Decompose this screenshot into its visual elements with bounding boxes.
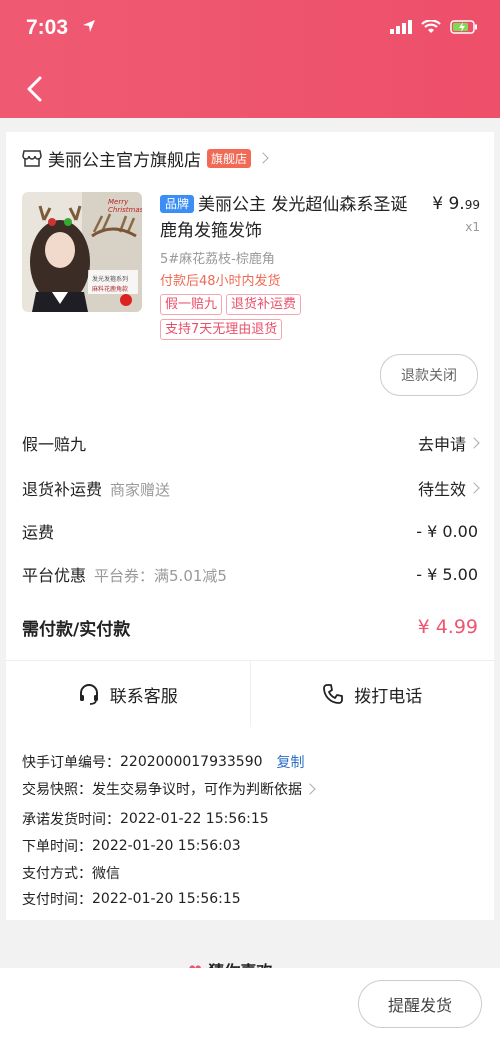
- call-phone-label: 拨打电话: [354, 686, 423, 707]
- product-price: ¥ 9.99: [432, 194, 480, 214]
- header: 7:03: [0, 0, 500, 118]
- row-value: 去申请: [418, 431, 480, 455]
- product-sku: 5#麻花荔枝-棕鹿角: [160, 252, 275, 267]
- total-value: ¥ 4.99: [417, 616, 478, 638]
- row-return-shipping[interactable]: 退货补运费 商家赠送 待生效: [22, 473, 480, 503]
- thumb-caption-2: 发光发箍系列: [92, 276, 129, 283]
- row-sub: 平台券：满5.01减5: [94, 567, 227, 585]
- info-value: 微信: [92, 866, 120, 882]
- row-shipping-fee: 运费 - ¥ 0.00: [22, 516, 478, 546]
- order-number-row: 快手订单编号： 2202000017933590 复制: [22, 752, 305, 772]
- row-label-text: 平台优惠: [22, 566, 87, 585]
- pay-method-row: 支付方式： 微信: [22, 863, 120, 883]
- info-value: 发生交易争议时，可作为判断依据: [92, 782, 302, 798]
- row-label: 假一赔九: [22, 435, 87, 454]
- shop-header[interactable]: 美丽公主官方旗舰店 旗舰店: [22, 146, 269, 171]
- info-label: 交易快照：: [22, 782, 92, 798]
- service-tag: 假一赔九: [160, 294, 223, 315]
- info-label: 快手订单编号：: [22, 755, 120, 771]
- info-value: 2022-01-20 15:56:15: [92, 891, 241, 907]
- price-cents: 99: [464, 198, 480, 212]
- thumb-caption-1: Merry Christmas: [108, 198, 142, 214]
- row-platform-discount: 平台优惠 平台券：满5.01减5 - ¥ 5.00: [22, 559, 478, 589]
- status-icons: [390, 20, 478, 34]
- row-value: - ¥ 5.00: [416, 564, 478, 584]
- snapshot-row[interactable]: 交易快照： 发生交易争议时，可作为判断依据: [22, 779, 316, 799]
- product-title-text: 美丽公主 发光超仙森系圣诞鹿角发箍发饰: [160, 195, 408, 241]
- row-total: 需付款/实付款 ¥ 4.99: [22, 612, 478, 642]
- shop-name[interactable]: 美丽公主官方旗舰店: [48, 146, 201, 171]
- status-text: 待生效: [417, 480, 466, 499]
- order-number: 2202000017933590: [120, 754, 263, 770]
- contact-bar: 联系客服 拨打电话: [6, 660, 494, 727]
- refund-closed-button[interactable]: 退款关闭: [380, 354, 478, 396]
- headset-icon: [79, 684, 98, 705]
- product-title[interactable]: 品牌 美丽公主 发光超仙森系圣诞鹿角发箍发饰: [160, 192, 410, 244]
- order-info-card: 快手订单编号： 2202000017933590 复制 交易快照： 发生交易争议…: [6, 736, 494, 920]
- row-label: 运费: [22, 523, 55, 542]
- info-value: 2022-01-20 15:56:03: [92, 838, 241, 854]
- total-label: 需付款/实付款: [22, 619, 131, 640]
- info-value: 2022-01-22 15:56:15: [120, 811, 269, 827]
- thumb-caption-3: 麻料花鹿角款: [92, 286, 129, 293]
- row-fake-compensation[interactable]: 假一赔九 去申请: [22, 428, 480, 458]
- call-phone-button[interactable]: 拨打电话: [251, 661, 495, 727]
- store-icon: [22, 150, 42, 167]
- service-tag: 支持7天无理由退货: [160, 319, 283, 340]
- contact-service-button[interactable]: 联系客服: [6, 661, 250, 727]
- promise-time-row: 承诺发货时间： 2022-01-22 15:56:15: [22, 809, 269, 829]
- contact-service-label: 联系客服: [109, 686, 178, 707]
- product-thumbnail[interactable]: Merry Christmas 发光发箍系列 麻料花鹿角款: [22, 192, 142, 312]
- phone-icon: [323, 684, 344, 704]
- remind-shipping-button[interactable]: 提醒发货: [358, 980, 482, 1028]
- location-arrow-icon: [83, 20, 95, 32]
- status-time: 7:03: [26, 16, 69, 39]
- bottom-bar: 提醒发货: [0, 968, 500, 1049]
- battery-icon: [450, 20, 477, 34]
- row-label: 平台优惠 平台券：满5.01减5: [22, 562, 227, 586]
- wifi-icon: [421, 20, 441, 33]
- back-icon[interactable]: [22, 72, 52, 106]
- pay-time-row: 支付时间： 2022-01-20 15:56:15: [22, 889, 241, 909]
- ship-note: 付款后48小时内发货: [160, 274, 281, 289]
- info-label: 支付时间：: [22, 892, 92, 908]
- row-label-text: 退货补运费: [22, 480, 103, 499]
- service-tags: 假一赔九 退货补运费 支持7天无理由退货: [160, 294, 360, 340]
- flagship-badge: 旗舰店: [207, 148, 252, 168]
- info-label: 支付方式：: [22, 866, 92, 882]
- price-main: ¥ 9.: [432, 194, 465, 214]
- row-value: 待生效: [417, 476, 480, 500]
- apply-link[interactable]: 去申请: [418, 431, 466, 455]
- copy-button[interactable]: 复制: [277, 752, 305, 772]
- info-label: 下单时间：: [22, 839, 92, 855]
- order-time-row: 下单时间： 2022-01-20 15:56:03: [22, 836, 241, 856]
- signal-icon: [390, 20, 412, 34]
- status-bar: 7:03: [0, 0, 500, 60]
- row-value: - ¥ 0.00: [416, 521, 478, 541]
- brand-tag: 品牌: [160, 195, 195, 213]
- chevron-right-icon: [468, 482, 480, 494]
- info-label: 承诺发货时间：: [22, 812, 120, 828]
- chevron-right-icon: [304, 783, 316, 795]
- product-quantity: x1: [465, 220, 480, 234]
- row-label: 退货补运费 商家赠送: [22, 476, 170, 500]
- chevron-right-icon: [468, 437, 480, 449]
- service-tag: 退货补运费: [226, 294, 302, 315]
- row-sub: 商家赠送: [110, 481, 171, 499]
- chevron-right-icon: [257, 152, 269, 164]
